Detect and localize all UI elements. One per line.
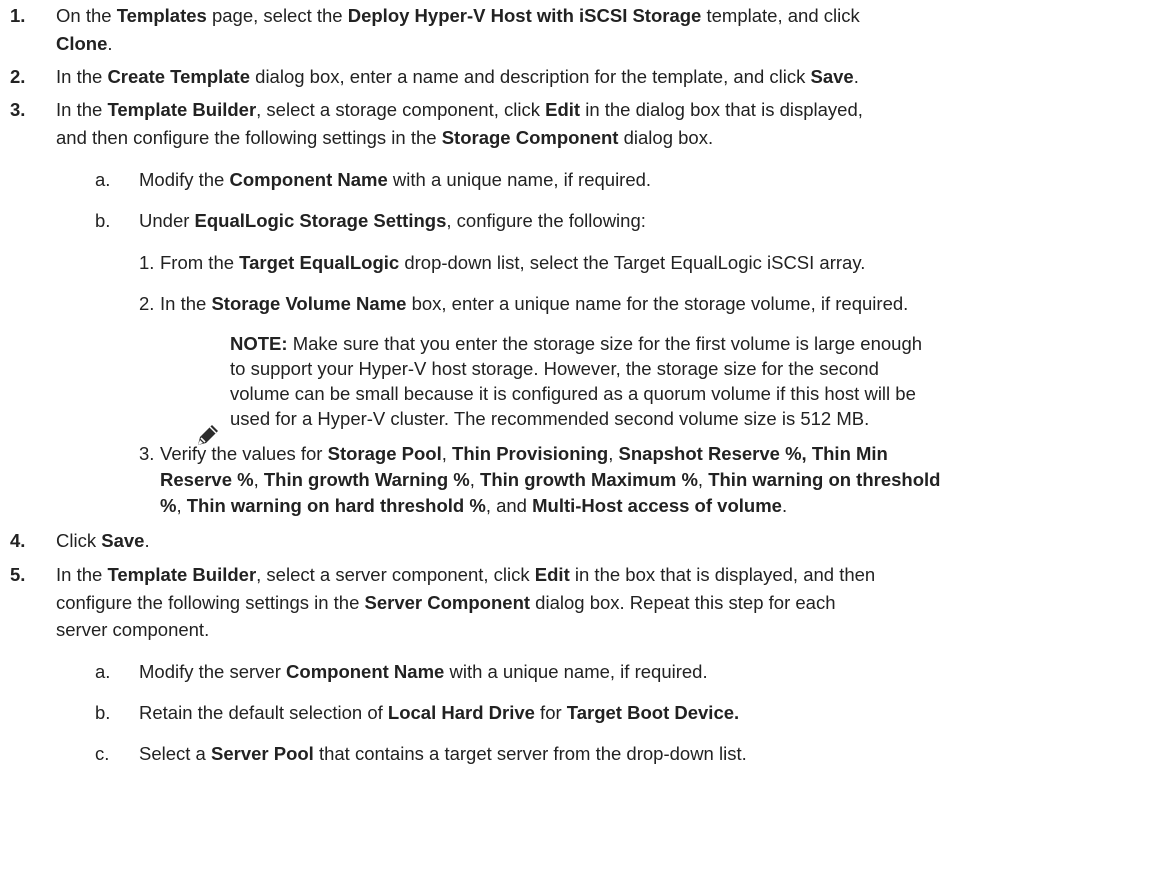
ui-term: Snapshot Reserve %, Thin Min bbox=[618, 443, 888, 464]
step-3b1-text: From the Target EqualLogic drop-down lis… bbox=[160, 252, 866, 273]
ui-term: Target Boot Device. bbox=[566, 702, 740, 723]
step-number: 5. bbox=[10, 564, 26, 585]
step-3b3-line-3: %, Thin warning on hard threshold %, and… bbox=[160, 495, 788, 516]
ui-term: Templates bbox=[116, 5, 207, 26]
step-number: 3. bbox=[10, 99, 26, 120]
ui-term: Thin warning on hard threshold % bbox=[186, 495, 486, 516]
step-5b-text: Retain the default selection of Local Ha… bbox=[139, 702, 740, 723]
ui-term: Save bbox=[101, 530, 145, 551]
step-number: 4. bbox=[10, 530, 26, 551]
ui-term: Storage Volume Name bbox=[211, 293, 407, 314]
step-1-line-2: Clone. bbox=[56, 33, 113, 54]
ui-term: Save bbox=[810, 66, 854, 87]
document-page: 1. On the Templates page, select the Dep… bbox=[0, 0, 1163, 874]
note-line-1: NOTE: Make sure that you enter the stora… bbox=[230, 333, 923, 354]
ui-term: Create Template bbox=[107, 66, 251, 87]
step-number: 2. bbox=[10, 66, 26, 87]
step-2-line-1: In the Create Template dialog box, enter… bbox=[56, 66, 859, 87]
ui-term: Multi-Host access of volume bbox=[532, 495, 782, 516]
step-3b2-text: In the Storage Volume Name box, enter a … bbox=[160, 293, 909, 314]
substep-label: a. bbox=[95, 661, 111, 682]
ui-term: Clone bbox=[56, 33, 108, 54]
ui-term: Storage Component bbox=[441, 127, 619, 148]
note-line-3: volume can be small because it is config… bbox=[230, 383, 916, 404]
step-3b3-line-1: Verify the values for Storage Pool, Thin… bbox=[160, 443, 888, 464]
step-3-line-2: and then configure the following setting… bbox=[56, 127, 714, 148]
ui-term: Edit bbox=[545, 99, 581, 120]
step-3a-text: Modify the Component Name with a unique … bbox=[139, 169, 652, 190]
step-5a-text: Modify the server Component Name with a … bbox=[139, 661, 708, 682]
step-4-text: Click Save. bbox=[56, 530, 150, 551]
substep-label: a. bbox=[95, 169, 111, 190]
step-5-line-1: In the Template Builder, select a server… bbox=[56, 564, 876, 585]
ui-term: Deploy Hyper-V Host with iSCSI Storage bbox=[347, 5, 702, 26]
step-5c-text: Select a Server Pool that contains a tar… bbox=[139, 743, 747, 764]
step-3b3-line-2: Reserve %, Thin growth Warning %, Thin g… bbox=[160, 469, 941, 490]
note-label: NOTE: bbox=[230, 333, 288, 354]
ui-term: Template Builder bbox=[107, 564, 257, 585]
ui-term: Thin warning on threshold bbox=[708, 469, 941, 490]
ui-term: % bbox=[160, 495, 177, 516]
sub-substep-label: 1. bbox=[139, 252, 155, 273]
sub-substep-label: 2. bbox=[139, 293, 155, 314]
step-5-line-3: server component. bbox=[56, 619, 210, 640]
note-line-2: to support your Hyper-V host storage. Ho… bbox=[230, 358, 879, 379]
ui-term: EqualLogic Storage Settings bbox=[194, 210, 447, 231]
step-number: 1. bbox=[10, 5, 26, 26]
ui-term: Thin Provisioning bbox=[452, 443, 609, 464]
ui-term: Storage Pool bbox=[327, 443, 442, 464]
sub-substep-label: 3. bbox=[139, 443, 155, 464]
ui-term: Server Component bbox=[364, 592, 531, 613]
ui-term: Thin growth Warning % bbox=[263, 469, 470, 490]
note-line-4: used for a Hyper-V cluster. The recommen… bbox=[230, 408, 870, 429]
ui-term: Reserve % bbox=[160, 469, 254, 490]
substep-label: c. bbox=[95, 743, 110, 764]
ui-term: Local Hard Drive bbox=[387, 702, 535, 723]
ui-term: Edit bbox=[534, 564, 570, 585]
ui-term: Template Builder bbox=[107, 99, 257, 120]
step-3-line-1: In the Template Builder, select a storag… bbox=[56, 99, 863, 120]
ui-term: Component Name bbox=[286, 661, 445, 682]
ui-term: Thin growth Maximum % bbox=[480, 469, 698, 490]
ui-term: Server Pool bbox=[211, 743, 314, 764]
ui-term: Target EqualLogic bbox=[239, 252, 400, 273]
step-1-line-1: On the Templates page, select the Deploy… bbox=[56, 5, 860, 26]
substep-label: b. bbox=[95, 702, 111, 723]
ui-term: Component Name bbox=[229, 169, 388, 190]
step-3b-text: Under EqualLogic Storage Settings, confi… bbox=[139, 210, 646, 231]
substep-label: b. bbox=[95, 210, 111, 231]
step-5-line-2: configure the following settings in the … bbox=[56, 592, 836, 613]
